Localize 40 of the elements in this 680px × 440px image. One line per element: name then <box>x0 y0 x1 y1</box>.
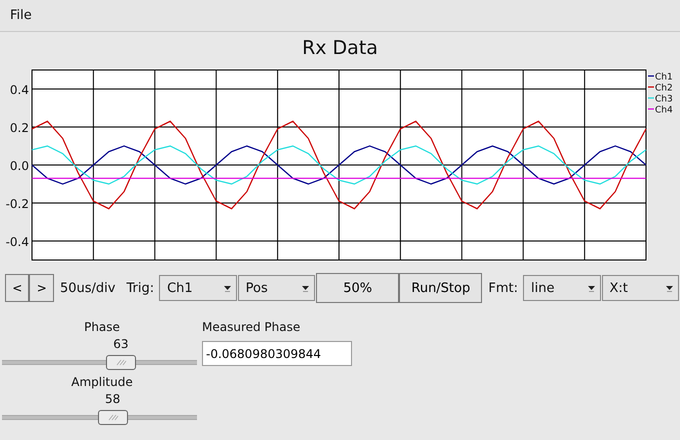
input-field[interactable]: -0.0680980309844 <box>202 341 352 366</box>
slider-value: 63 <box>113 337 129 351</box>
axis-tick-label: -0.2 <box>6 197 29 211</box>
slider-label: Amplitude <box>71 375 133 390</box>
field-label: Measured Phase <box>202 320 302 335</box>
dropdown[interactable]: line <box>523 275 601 301</box>
toolbar-label: Trig: <box>126 280 154 296</box>
line-series <box>31 145 647 185</box>
legend-label: Ch1 <box>655 72 673 82</box>
nav-button[interactable]: < <box>5 274 30 302</box>
axis-tick-label: 0.2 <box>10 121 29 135</box>
toolbar-label: 50us/div <box>60 280 116 296</box>
slider-label: Phase <box>84 320 120 335</box>
dropdown[interactable]: Ch1 <box>159 275 237 301</box>
axis-tick-label: -0.4 <box>6 235 29 249</box>
caret-icon <box>301 284 310 292</box>
dropdown-value: line <box>531 280 554 296</box>
button[interactable]: 50% <box>316 273 400 303</box>
dropdown[interactable]: Pos <box>238 275 316 301</box>
menu-item[interactable]: File <box>8 6 34 25</box>
caret-icon <box>665 284 674 292</box>
caret-icon <box>586 284 596 292</box>
legend-label: Ch3 <box>655 94 673 104</box>
dropdown-value: Ch1 <box>167 280 193 296</box>
dropdown-value: Pos <box>246 280 268 296</box>
legend-label: Ch4 <box>655 106 673 116</box>
line-series <box>31 120 647 210</box>
slider-value: 58 <box>105 392 120 406</box>
axis-tick-label: 0.0 <box>10 159 29 173</box>
button[interactable]: Run/Stop <box>399 273 482 303</box>
chart-title: Rx Data <box>302 36 378 60</box>
caret-icon <box>222 284 232 292</box>
dropdown-value: X:t <box>610 280 628 296</box>
nav-button[interactable]: > <box>29 274 54 302</box>
dropdown[interactable]: X:t <box>602 275 680 301</box>
toolbar-label: Fmt: <box>488 280 518 296</box>
slider-thumb[interactable] <box>106 355 136 370</box>
axis-tick-label: 0.4 <box>10 83 29 97</box>
slider-thumb[interactable] <box>98 410 128 425</box>
legend-label: Ch2 <box>655 84 673 94</box>
